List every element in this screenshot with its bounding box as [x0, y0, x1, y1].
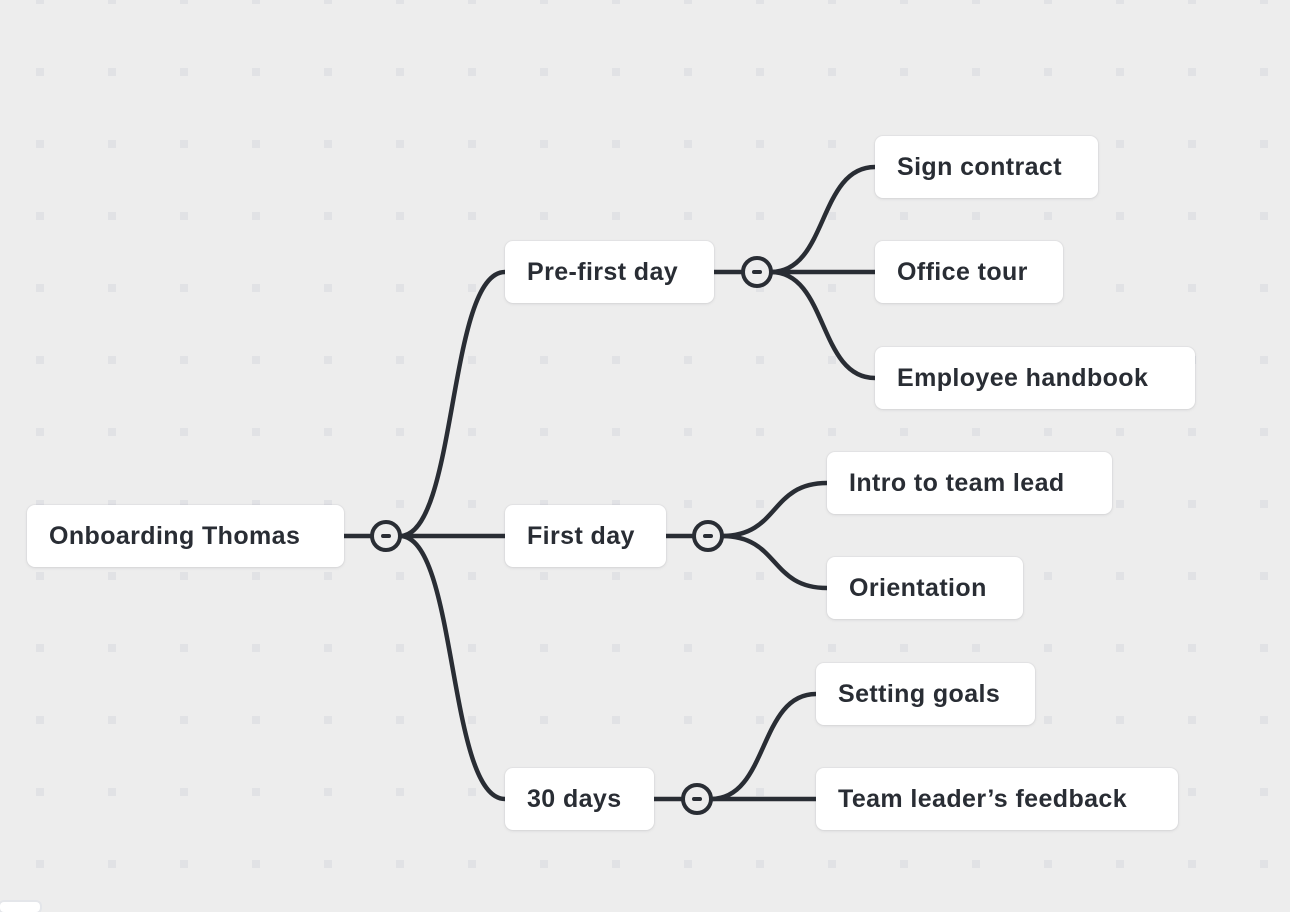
connector-first-day-to-orientation: [719, 533, 830, 591]
node-label: First day: [527, 522, 635, 550]
node-30-days[interactable]: 30 days: [505, 768, 654, 830]
collapse-minus-icon: [381, 534, 391, 538]
connector-root-to-pre-first-day: [397, 269, 508, 539]
collapse-toggle-first-day[interactable]: [692, 520, 724, 552]
mindmap-canvas[interactable]: Onboarding Thomas Pre-first day First da…: [0, 0, 1290, 912]
collapse-toggle-30-days[interactable]: [681, 783, 713, 815]
node-first-day[interactable]: First day: [505, 505, 666, 567]
node-label: Sign contract: [897, 153, 1062, 181]
node-label: Office tour: [897, 258, 1028, 286]
node-setting-goals[interactable]: Setting goals: [816, 663, 1035, 725]
node-intro-to-team-lead[interactable]: Intro to team lead: [827, 452, 1112, 514]
node-team-leaders-feedback[interactable]: Team leader’s feedback: [816, 768, 1178, 830]
node-label: Employee handbook: [897, 364, 1149, 392]
collapse-toggle-root[interactable]: [370, 520, 402, 552]
node-office-tour[interactable]: Office tour: [875, 241, 1063, 303]
node-label: Team leader’s feedback: [838, 785, 1128, 813]
node-root[interactable]: Onboarding Thomas: [27, 505, 344, 567]
collapse-toggle-pre-first-day[interactable]: [741, 256, 773, 288]
connector-pre-first-day-to-sign-contract: [768, 164, 878, 275]
node-sign-contract[interactable]: Sign contract: [875, 136, 1098, 198]
node-label: Orientation: [849, 574, 987, 602]
canvas-corner-control[interactable]: [0, 902, 40, 912]
node-pre-first-day[interactable]: Pre-first day: [505, 241, 714, 303]
node-label: Pre-first day: [527, 258, 679, 286]
connector-first-day-to-intro: [719, 480, 830, 539]
collapse-minus-icon: [703, 534, 713, 538]
node-label: Intro to team lead: [849, 469, 1065, 497]
node-label: 30 days: [527, 785, 622, 813]
collapse-minus-icon: [752, 270, 762, 274]
connector-root-to-30-days: [397, 533, 508, 802]
node-employee-handbook[interactable]: Employee handbook: [875, 347, 1195, 409]
connector-30-days-to-setting-goals: [708, 691, 819, 802]
connector-pre-first-day-to-employee-handbook: [768, 269, 878, 381]
node-label: Setting goals: [838, 680, 1001, 708]
node-label: Onboarding Thomas: [49, 522, 301, 550]
collapse-minus-icon: [692, 797, 702, 801]
node-orientation[interactable]: Orientation: [827, 557, 1023, 619]
